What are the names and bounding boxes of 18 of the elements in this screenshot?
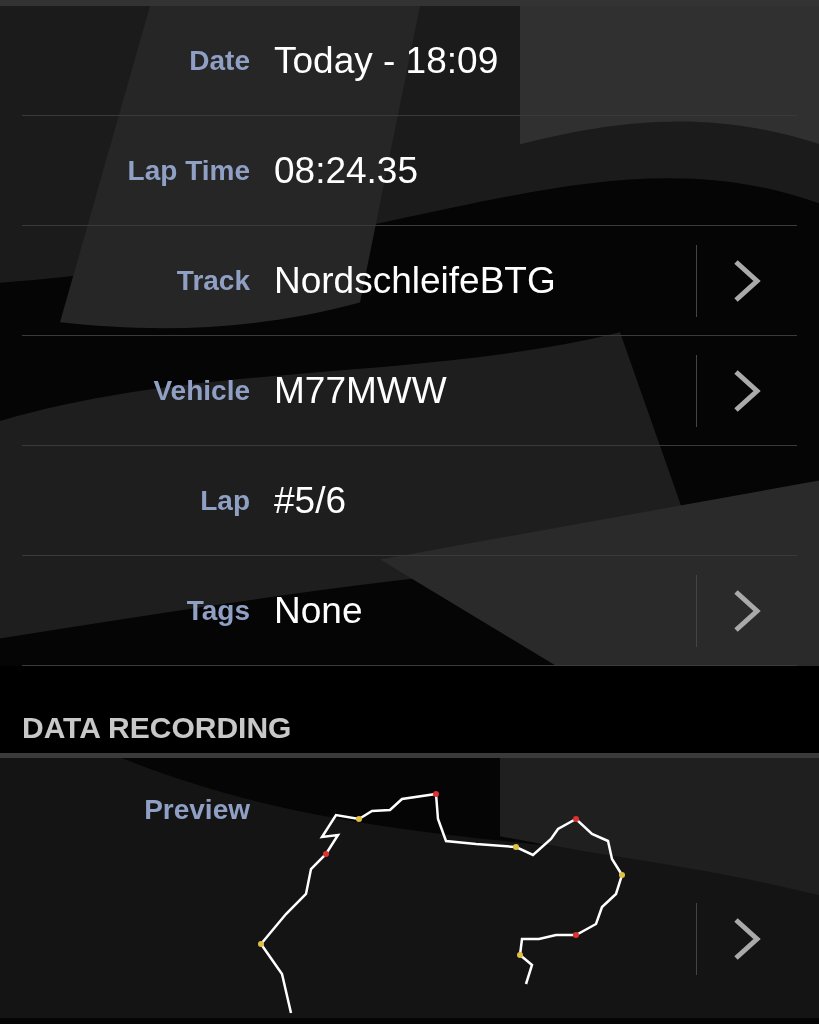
chevron-right-icon bbox=[732, 257, 762, 304]
field-label: Lap bbox=[199, 484, 250, 517]
chevron-right-icon bbox=[732, 587, 762, 634]
field-value: M77MWW bbox=[274, 369, 448, 412]
field-label: Preview bbox=[143, 794, 250, 826]
chevron-right-icon bbox=[732, 367, 762, 414]
field-label: Track bbox=[175, 264, 250, 297]
chevron-right-icon bbox=[732, 916, 762, 962]
field-label: Lap Time bbox=[126, 154, 250, 187]
field-value: Today - 18:09 bbox=[274, 39, 500, 82]
field-value: #5/6 bbox=[274, 479, 347, 522]
field-value: NordschleifeBTG bbox=[274, 259, 557, 302]
field-label: Vehicle bbox=[152, 374, 250, 407]
field-value: 08:24.35 bbox=[274, 149, 420, 192]
field-label: Date bbox=[188, 44, 250, 77]
section-title: DATA RECORDING bbox=[22, 711, 292, 745]
field-value: None bbox=[274, 589, 364, 632]
field-label: Tags bbox=[185, 594, 250, 627]
